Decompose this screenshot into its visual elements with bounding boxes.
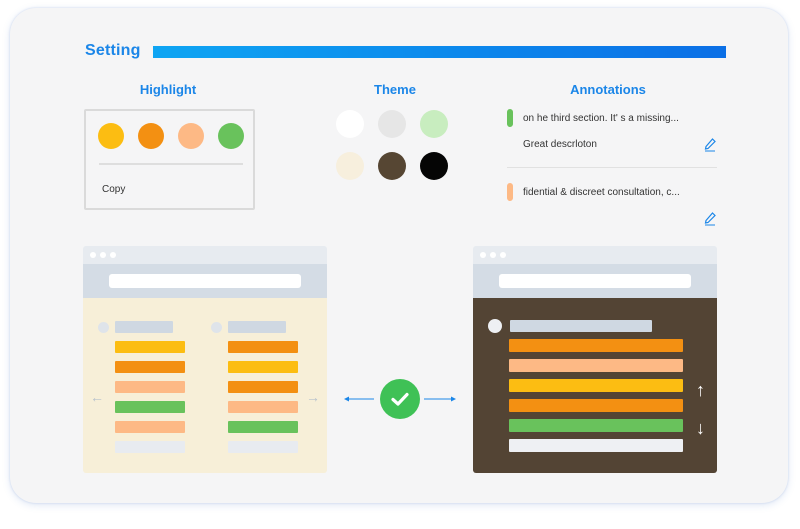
highlight-row-preview xyxy=(509,399,683,412)
highlight-row-preview xyxy=(509,439,683,452)
confirm-check-button[interactable] xyxy=(380,379,420,419)
highlight-color-yellow[interactable] xyxy=(98,123,124,149)
annotation-divider xyxy=(507,167,717,168)
highlight-row-preview xyxy=(115,341,185,353)
highlight-row-preview xyxy=(228,361,298,373)
highlight-row-preview xyxy=(115,381,185,393)
arrow-left-icon[interactable]: ← xyxy=(90,389,104,405)
highlight-row-preview xyxy=(115,421,185,433)
highlight-row-preview xyxy=(115,441,185,453)
light-theme-preview: ← → xyxy=(83,246,327,473)
highlight-row-preview xyxy=(509,359,683,372)
window-dot xyxy=(100,252,106,258)
window-content: ← → xyxy=(83,298,327,473)
highlight-row-preview xyxy=(115,361,185,373)
highlight-panel: Copy xyxy=(84,109,255,210)
annotation-note: Great descrloton xyxy=(523,139,597,150)
highlight-section-label: Highlight xyxy=(139,82,197,97)
window-header xyxy=(473,264,717,298)
list-heading-bar xyxy=(228,321,286,333)
window-header xyxy=(83,264,327,298)
theme-swatch-cream[interactable] xyxy=(336,152,364,180)
highlight-row-preview xyxy=(228,341,298,353)
search-bar-placeholder xyxy=(499,274,691,288)
check-icon xyxy=(391,392,409,406)
highlight-row-preview xyxy=(228,421,298,433)
window-dot xyxy=(90,252,96,258)
highlight-row-preview xyxy=(228,401,298,413)
list-heading-bar xyxy=(510,320,652,332)
annotation-color-marker xyxy=(507,183,513,201)
annotation-color-marker xyxy=(507,109,513,127)
theme-section-label: Theme xyxy=(374,82,416,97)
highlight-color-green[interactable] xyxy=(218,123,244,149)
highlight-row-preview xyxy=(509,419,683,432)
highlight-divider xyxy=(99,163,243,165)
highlight-row-preview xyxy=(509,339,683,352)
list-heading-bar xyxy=(115,321,173,333)
search-bar-placeholder xyxy=(109,274,301,288)
copy-button[interactable]: Copy xyxy=(102,184,125,195)
dark-theme-preview: ↑ ↓ xyxy=(473,246,717,473)
window-dot xyxy=(500,252,506,258)
arrow-up-icon[interactable]: ↑ xyxy=(696,380,705,401)
list-bullet xyxy=(98,322,109,333)
page-title: Setting xyxy=(85,42,141,59)
highlight-color-peach[interactable] xyxy=(178,123,204,149)
theme-swatch-green[interactable] xyxy=(420,110,448,138)
list-bullet xyxy=(488,319,502,333)
theme-swatch-brown[interactable] xyxy=(378,152,406,180)
window-content: ↑ ↓ xyxy=(473,298,717,473)
arrow-down-icon[interactable]: ↓ xyxy=(696,418,705,439)
highlight-row-preview xyxy=(115,401,185,413)
window-dot xyxy=(490,252,496,258)
window-dot xyxy=(110,252,116,258)
list-bullet xyxy=(211,322,222,333)
window-dot xyxy=(480,252,486,258)
pen-icon[interactable] xyxy=(704,212,716,226)
annotations-section-label: Annotations xyxy=(570,82,646,97)
highlight-row-preview xyxy=(509,379,683,392)
arrow-right-icon[interactable]: → xyxy=(306,389,320,405)
annotation-text: fidential & discreet consultation, c... xyxy=(523,187,680,198)
window-titlebar xyxy=(473,246,717,264)
theme-swatch-gray[interactable] xyxy=(378,110,406,138)
theme-swatch-white[interactable] xyxy=(336,110,364,138)
highlight-row-preview xyxy=(228,441,298,453)
window-titlebar xyxy=(83,246,327,264)
highlight-color-orange[interactable] xyxy=(138,123,164,149)
annotation-text: on he third section. It' s a missing... xyxy=(523,113,679,124)
pen-icon[interactable] xyxy=(704,138,716,152)
title-accent-bar xyxy=(153,46,726,58)
theme-swatch-black[interactable] xyxy=(420,152,448,180)
highlight-row-preview xyxy=(228,381,298,393)
